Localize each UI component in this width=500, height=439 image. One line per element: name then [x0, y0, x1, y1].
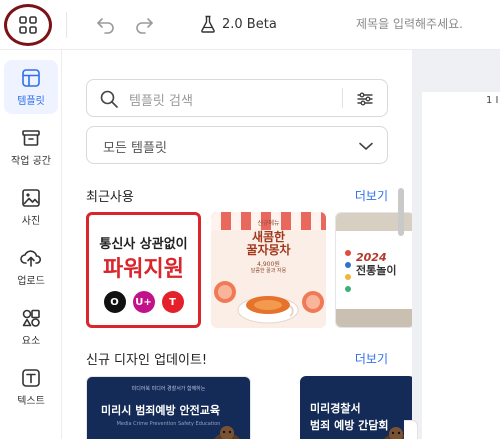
select-value: 모든 템플릿	[103, 141, 167, 156]
tea-cup-illustration	[214, 281, 324, 324]
template-search[interactable]: 템플릿 검색	[86, 79, 388, 117]
police-dog-illustration	[214, 426, 240, 439]
text-icon	[22, 368, 40, 387]
search-divider	[342, 88, 343, 108]
rail-item-upload[interactable]: 업로드	[4, 240, 58, 294]
rail-item-label: 업로드	[17, 275, 45, 287]
card-heading: 미리경찰서	[310, 402, 361, 415]
carrier-logo: U+	[132, 291, 155, 313]
card-text: 신규메뉴	[257, 220, 280, 227]
version-label: 2.0 Beta	[222, 16, 277, 32]
card-heading-line: 전통놀이	[356, 264, 397, 277]
undo-icon[interactable]	[96, 14, 116, 34]
rail-item-label: 작업 공간	[11, 155, 51, 167]
search-input[interactable]: 템플릿 검색	[129, 90, 193, 109]
recent-template-card[interactable]: 신규메뉴 새콤한 꿀자몽차 4,900원 달콤한 꿀과 자몽	[211, 212, 326, 328]
search-icon	[100, 90, 118, 108]
carrier-logos: O U+ T	[89, 291, 198, 313]
left-rail: 템플릿 작업 공간 사진 업로드 요소 텍스트	[0, 50, 62, 439]
rail-item-label: 텍스트	[17, 395, 45, 407]
card-heading-line: 꿀자몽차	[246, 243, 291, 257]
page-number: 1 I	[486, 95, 499, 106]
card-text: 통신사 상관없이	[99, 237, 188, 252]
rail-item-label: 사진	[21, 215, 41, 227]
card-text: 미디어북 미디어 경찰서가 함께하는	[131, 386, 206, 392]
rail-item-label: 템플릿	[17, 95, 45, 107]
recent-more-link[interactable]: 더보기	[355, 187, 388, 204]
template-category-select[interactable]: 모든 템플릿	[86, 126, 388, 164]
toolbar-divider	[66, 12, 67, 38]
canvas-area	[412, 50, 500, 439]
shapes-icon	[22, 309, 40, 327]
recent-section-title: 최근사용	[86, 190, 134, 205]
top-bar: 2.0 Beta 제목을 입력해주세요.	[0, 0, 500, 50]
new-designs-section-title: 신규 디자인 업데이트!	[86, 353, 208, 368]
card-heading: 미리시 범죄예방 안전교육	[101, 404, 220, 417]
rail-item-text[interactable]: 텍스트	[4, 360, 58, 414]
rail-item-elements[interactable]: 요소	[4, 300, 58, 354]
redo-icon[interactable]	[134, 14, 154, 34]
rail-item-templates[interactable]: 템플릿	[4, 60, 58, 114]
document-title-input[interactable]: 제목을 입력해주세요.	[356, 15, 463, 32]
card-heading-line: 2024	[356, 251, 387, 264]
new-design-card[interactable]: 미리경찰서 범죄 예방 간담회	[300, 376, 412, 439]
rail-item-label: 요소	[21, 335, 41, 347]
card-heading: 새콤한 꿀자몽차	[211, 231, 326, 257]
carrier-logo: T	[161, 291, 184, 313]
recent-template-card[interactable]: 통신사 상관없이 파워지원 O U+ T	[86, 212, 201, 328]
new-designs-more-link[interactable]: 더보기	[355, 350, 388, 367]
template-icon	[22, 68, 40, 87]
archive-icon	[22, 129, 40, 146]
template-panel: 템플릿 검색 모든 템플릿 최근사용 더보기 통신사 상관없이 파워지원 O U…	[62, 50, 412, 439]
new-design-card[interactable]: 미디어북 미디어 경찰서가 함께하는 미리시 범죄예방 안전교육 Media C…	[86, 376, 251, 439]
carrier-logo: O	[103, 291, 126, 313]
image-icon	[22, 188, 40, 207]
panel-scrollbar[interactable]	[398, 188, 404, 236]
chevron-down-icon	[359, 142, 373, 150]
cloud-upload-icon	[20, 249, 42, 267]
grid-icon	[19, 16, 37, 34]
card-heading: 2024 전통놀이	[356, 251, 396, 277]
card-heading: 파워지원	[103, 257, 184, 282]
menu-button[interactable]	[4, 4, 52, 46]
rail-item-workspace[interactable]: 작업 공간	[4, 120, 58, 174]
filter-icon[interactable]	[355, 89, 375, 109]
card-heading: 범죄 예방 간담회	[310, 419, 389, 432]
flask-icon	[201, 15, 215, 33]
rail-item-photos[interactable]: 사진	[4, 180, 58, 234]
panel-collapse-handle[interactable]	[404, 420, 418, 439]
design-page[interactable]	[422, 92, 500, 439]
version-badge[interactable]: 2.0 Beta	[200, 14, 277, 34]
